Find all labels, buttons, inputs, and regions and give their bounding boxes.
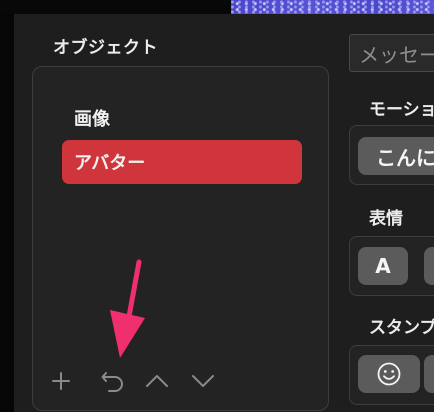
- stamp-section-title: スタンプ: [369, 318, 434, 338]
- move-down-button[interactable]: [190, 368, 216, 394]
- app-window: オブジェクト 画像 アバター モーショ: [0, 0, 434, 412]
- object-item-avatar[interactable]: アバター: [62, 140, 302, 184]
- object-item-label: 画像: [74, 109, 110, 130]
- stamp-smiley-button[interactable]: [358, 355, 420, 393]
- undo-icon: [101, 372, 123, 392]
- expression-next-button[interactable]: [424, 247, 434, 285]
- expression-section-title: 表情: [369, 209, 403, 229]
- motion-button[interactable]: こんに: [358, 137, 434, 175]
- plus-icon: [52, 372, 70, 390]
- chevron-up-icon: [146, 375, 168, 387]
- message-input[interactable]: [349, 34, 434, 72]
- undo-button[interactable]: [100, 368, 126, 394]
- object-item-label: アバター: [74, 153, 146, 174]
- background-image-preview: [231, 0, 434, 14]
- objects-section-title: オブジェクト: [53, 38, 158, 58]
- annotation-arrow: [110, 259, 145, 358]
- motion-section-title: モーショ: [369, 100, 434, 120]
- smiley-icon: [377, 362, 401, 386]
- add-object-button[interactable]: [48, 368, 74, 394]
- expression-a-button[interactable]: A: [358, 247, 408, 285]
- move-up-button[interactable]: [144, 368, 170, 394]
- stamp-next-button[interactable]: [424, 355, 434, 393]
- chevron-down-icon: [192, 375, 214, 387]
- object-item-image[interactable]: 画像: [62, 96, 302, 140]
